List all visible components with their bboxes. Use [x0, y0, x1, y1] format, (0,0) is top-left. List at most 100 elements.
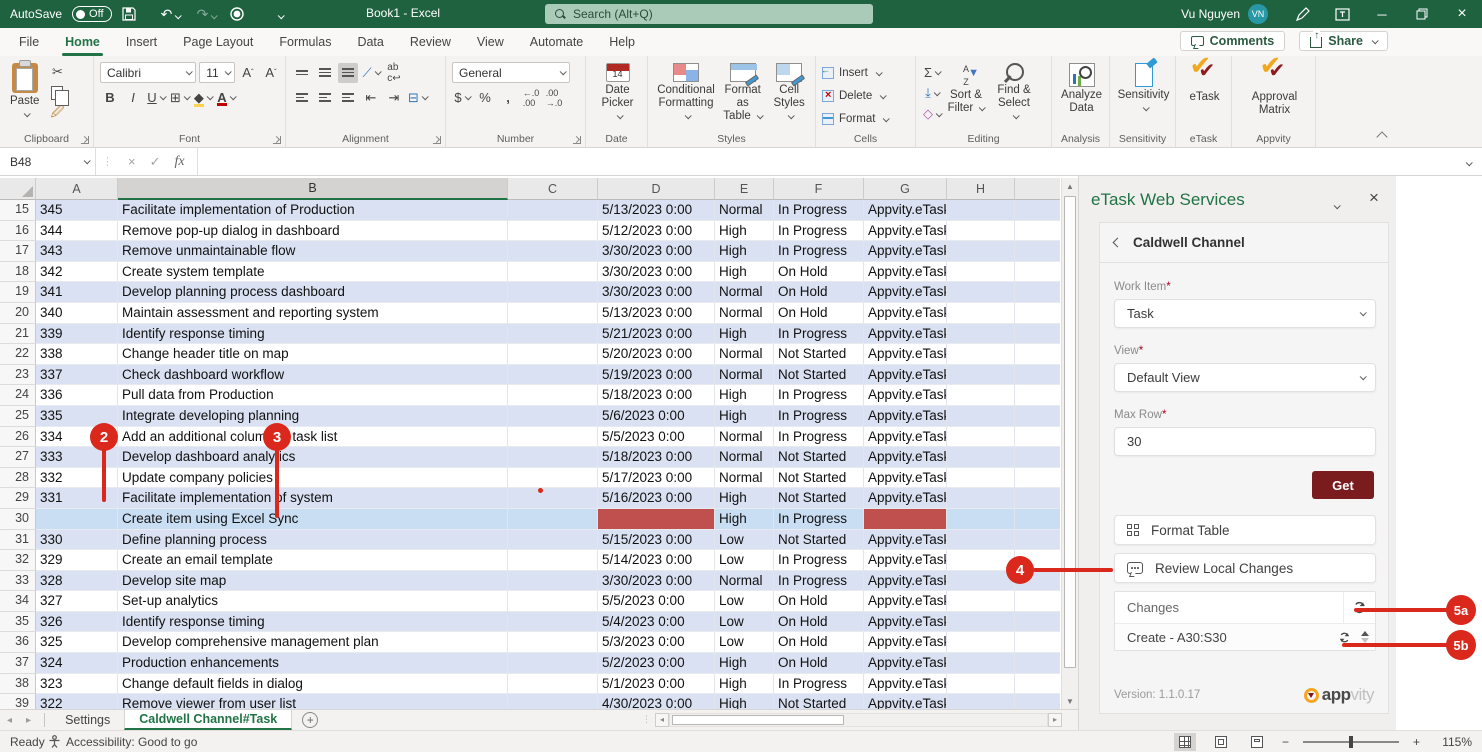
refresh-change-item-button[interactable]: [1338, 631, 1351, 644]
cell-c[interactable]: [508, 427, 598, 448]
cell-filler[interactable]: [1015, 447, 1060, 468]
zoom-level[interactable]: 115%: [1434, 735, 1472, 749]
change-item-spinner[interactable]: [1357, 631, 1373, 643]
find-select-button[interactable]: Find & Select: [990, 60, 1038, 126]
orientation-button[interactable]: ⟋: [361, 63, 381, 83]
cell-status[interactable]: Not Started: [774, 530, 864, 551]
row-header[interactable]: 19: [0, 282, 36, 303]
cell-h[interactable]: [947, 427, 1015, 448]
cell-status[interactable]: In Progress: [774, 509, 864, 530]
cell-id[interactable]: 339: [36, 324, 118, 345]
cell-h[interactable]: [947, 674, 1015, 695]
tab-data[interactable]: Data: [344, 28, 396, 56]
cell-source[interactable]: Appvity.eTask: [864, 468, 947, 489]
cell-source[interactable]: Appvity.eTask: [864, 221, 947, 242]
cell-status[interactable]: On Hold: [774, 653, 864, 674]
tab-automate[interactable]: Automate: [517, 28, 597, 56]
row-header[interactable]: 26: [0, 427, 36, 448]
cell-id[interactable]: 336: [36, 385, 118, 406]
cell-source[interactable]: Appvity.eTask: [864, 447, 947, 468]
sheet-nav-right-icon[interactable]: ▸: [19, 715, 38, 726]
cell-due-date[interactable]: 4/30/2023 0:00: [598, 694, 715, 709]
decrease-font-icon[interactable]: Aˇ: [261, 63, 281, 83]
cell-due-date[interactable]: 5/17/2023 0:00: [598, 468, 715, 489]
undo-icon[interactable]: ↶: [158, 6, 184, 23]
cell-h[interactable]: [947, 385, 1015, 406]
cell-filler[interactable]: [1015, 303, 1060, 324]
cell-priority[interactable]: High: [715, 653, 774, 674]
cell-filler[interactable]: [1015, 324, 1060, 345]
cell-filler[interactable]: [1015, 282, 1060, 303]
column-header-d[interactable]: D: [598, 178, 715, 200]
cell-status[interactable]: In Progress: [774, 385, 864, 406]
cell-due-date[interactable]: 3/30/2023 0:00: [598, 241, 715, 262]
cell-id[interactable]: 329: [36, 550, 118, 571]
cell-id[interactable]: 345: [36, 200, 118, 221]
cell-status[interactable]: In Progress: [774, 241, 864, 262]
cell-h[interactable]: [947, 262, 1015, 283]
cell-priority[interactable]: Low: [715, 632, 774, 653]
sheet-tab-caldwell-channel-task[interactable]: Caldwell Channel#Task: [124, 710, 292, 730]
share-button[interactable]: Share: [1299, 31, 1388, 51]
cell-status[interactable]: In Progress: [774, 406, 864, 427]
cell-h[interactable]: [947, 200, 1015, 221]
column-header-h[interactable]: H: [947, 178, 1015, 200]
cell-due-date[interactable]: 5/3/2023 0:00: [598, 632, 715, 653]
cell-id[interactable]: 338: [36, 344, 118, 365]
row-header[interactable]: 35: [0, 612, 36, 633]
cell-priority[interactable]: High: [715, 241, 774, 262]
cell-due-date[interactable]: 5/21/2023 0:00: [598, 324, 715, 345]
cell-due-date[interactable]: 5/16/2023 0:00: [598, 488, 715, 509]
cell-h[interactable]: [947, 571, 1015, 592]
cell-task[interactable]: Develop comprehensive management plan: [118, 632, 508, 653]
row-header[interactable]: 39: [0, 694, 36, 709]
cell-priority[interactable]: Normal: [715, 365, 774, 386]
accessibility-status[interactable]: Accessibility: Good to go: [48, 735, 197, 749]
column-header-e[interactable]: E: [715, 178, 774, 200]
cell-filler[interactable]: [1015, 241, 1060, 262]
cell-priority[interactable]: Normal: [715, 200, 774, 221]
row-header[interactable]: 15: [0, 200, 36, 221]
underline-button[interactable]: U: [146, 88, 166, 108]
cell-status[interactable]: On Hold: [774, 303, 864, 324]
autosave-toggle[interactable]: Off: [72, 6, 111, 22]
cell-due-date[interactable]: 5/5/2023 0:00: [598, 591, 715, 612]
column-header-c[interactable]: C: [508, 178, 598, 200]
task-pane-menu-icon[interactable]: [1331, 196, 1339, 214]
minimize-button[interactable]: ─: [1362, 0, 1402, 28]
cell-status[interactable]: On Hold: [774, 262, 864, 283]
cell-status[interactable]: In Progress: [774, 427, 864, 448]
vertical-scrollbar[interactable]: ▲ ▼: [1061, 178, 1078, 709]
cell-due-date[interactable]: 5/15/2023 0:00: [598, 530, 715, 551]
row-header[interactable]: 17: [0, 241, 36, 262]
cell-c[interactable]: [508, 303, 598, 324]
cell-source[interactable]: Appvity.eTask: [864, 324, 947, 345]
approval-matrix-button[interactable]: ✔✔ Approval Matrix: [1238, 60, 1311, 126]
cell-c[interactable]: [508, 344, 598, 365]
align-right-button[interactable]: [338, 88, 358, 108]
cell-priority[interactable]: Normal: [715, 571, 774, 592]
cell-task[interactable]: Define planning process: [118, 530, 508, 551]
cell-task[interactable]: Remove pop-up dialog in dashboard: [118, 221, 508, 242]
horizontal-scroll-thumb[interactable]: [672, 715, 844, 725]
cell-status[interactable]: Not Started: [774, 694, 864, 709]
cell-task[interactable]: Update company policies: [118, 468, 508, 489]
cell-priority[interactable]: Normal: [715, 282, 774, 303]
row-header[interactable]: 21: [0, 324, 36, 345]
increase-decimal-button[interactable]: ←.0.00: [521, 88, 541, 108]
cell-task[interactable]: Develop site map: [118, 571, 508, 592]
cell-due-date[interactable]: 3/30/2023 0:00: [598, 571, 715, 592]
column-header-f[interactable]: F: [774, 178, 864, 200]
cell-status[interactable]: In Progress: [774, 324, 864, 345]
cell-source[interactable]: Appvity.eTask: [864, 612, 947, 633]
cell-c[interactable]: [508, 509, 598, 530]
cell-status[interactable]: Not Started: [774, 488, 864, 509]
cell-source[interactable]: [864, 509, 947, 530]
etask-button[interactable]: ✔✔ eTask: [1182, 60, 1227, 126]
cell-id[interactable]: 327: [36, 591, 118, 612]
cell-id[interactable]: 328: [36, 571, 118, 592]
collapse-ribbon-icon[interactable]: [1376, 131, 1387, 142]
cell-source[interactable]: Appvity.eTask: [864, 550, 947, 571]
row-header[interactable]: 30: [0, 509, 36, 530]
enter-icon[interactable]: ✓: [150, 154, 161, 170]
